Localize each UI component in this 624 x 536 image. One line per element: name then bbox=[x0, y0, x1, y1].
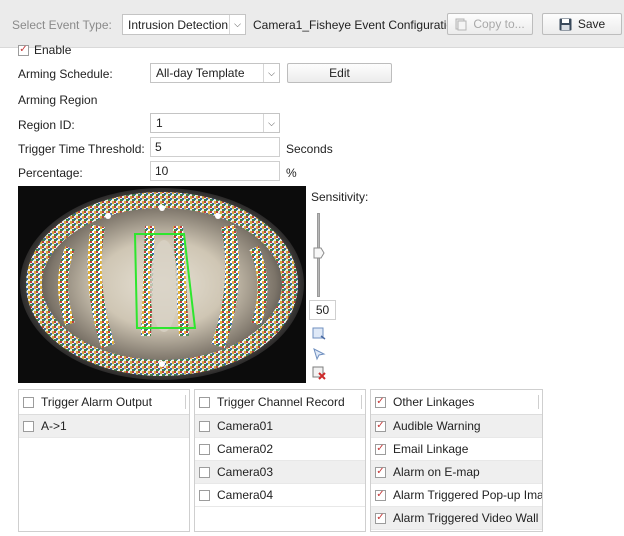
linkage-item[interactable]: ✓ Alarm on E-map bbox=[371, 461, 542, 484]
region-id-select[interactable]: 1 ⌵ bbox=[150, 113, 280, 133]
other-linkages-panel: ✓ Other Linkages ✓ Audible Warning ✓ Ema… bbox=[370, 389, 543, 532]
alarm-output-header-label: Trigger Alarm Output bbox=[41, 395, 152, 409]
column-divider bbox=[538, 395, 539, 409]
channel-checkbox[interactable] bbox=[199, 489, 210, 501]
alarm-output-panel: Trigger Alarm Output A->1 bbox=[18, 389, 190, 532]
arming-schedule-label: Arming Schedule: bbox=[18, 67, 113, 81]
event-type-label: Select Event Type: bbox=[12, 18, 112, 32]
sensitivity-value[interactable]: 50 bbox=[309, 300, 336, 320]
percentage-label: Percentage: bbox=[18, 166, 83, 180]
linkage-checkbox[interactable]: ✓ bbox=[375, 466, 386, 478]
linkage-checkbox[interactable]: ✓ bbox=[375, 512, 386, 524]
event-type-value: Intrusion Detection bbox=[128, 17, 229, 32]
trigger-time-unit: Seconds bbox=[286, 142, 333, 156]
sensitivity-label: Sensitivity: bbox=[311, 190, 369, 204]
alarm-output-label: A->1 bbox=[41, 419, 67, 433]
alarm-output-all-checkbox[interactable] bbox=[23, 396, 34, 408]
alarm-output-checkbox[interactable] bbox=[23, 420, 34, 432]
region-id-label: Region ID: bbox=[18, 118, 75, 132]
percentage-value: 10 bbox=[155, 164, 169, 178]
chevron-down-icon: ⌵ bbox=[263, 114, 279, 132]
channel-record-header[interactable]: Trigger Channel Record bbox=[195, 390, 365, 415]
trigger-time-input[interactable]: 5 bbox=[150, 137, 280, 157]
linkage-label: Audible Warning bbox=[393, 419, 481, 433]
arming-schedule-value: All-day Template bbox=[156, 66, 245, 80]
channel-label: Camera03 bbox=[217, 465, 274, 479]
sensitivity-value-text: 50 bbox=[315, 303, 330, 317]
channel-checkbox[interactable] bbox=[199, 443, 210, 455]
linkage-label: Email Linkage bbox=[393, 442, 469, 456]
other-linkages-all-checkbox[interactable]: ✓ bbox=[375, 396, 386, 408]
channel-record-panel: Trigger Channel Record Camera01 Camera02… bbox=[194, 389, 366, 532]
column-divider bbox=[361, 395, 362, 409]
clear-area-icon[interactable] bbox=[312, 366, 326, 380]
copy-icon bbox=[455, 18, 467, 30]
enable-toggle[interactable]: ✓ Enable bbox=[18, 43, 71, 57]
save-button[interactable]: Save bbox=[542, 13, 622, 35]
pointer-tool-icon[interactable] bbox=[312, 347, 326, 361]
edit-label: Edit bbox=[329, 66, 350, 80]
alarm-output-item[interactable]: A->1 bbox=[19, 415, 189, 438]
linkage-item[interactable]: ✓ Alarm Triggered Video Wall Di... bbox=[371, 507, 542, 530]
alarm-output-header[interactable]: Trigger Alarm Output bbox=[19, 390, 189, 415]
percentage-input[interactable]: 10 bbox=[150, 161, 280, 181]
edit-schedule-button[interactable]: Edit bbox=[287, 63, 392, 83]
trigger-time-value: 5 bbox=[155, 140, 162, 154]
channel-record-item[interactable]: Camera04 bbox=[195, 484, 365, 507]
channel-label: Camera02 bbox=[217, 442, 274, 456]
channel-checkbox[interactable] bbox=[199, 420, 210, 432]
enable-checkbox[interactable]: ✓ bbox=[18, 44, 29, 56]
chevron-down-icon: ⌵ bbox=[229, 15, 245, 34]
linkage-item[interactable]: ✓ Alarm Triggered Pop-up Image bbox=[371, 484, 542, 507]
fisheye-scene bbox=[18, 186, 306, 383]
linkage-label: Alarm Triggered Pop-up Image bbox=[393, 488, 542, 502]
trigger-time-label: Trigger Time Threshold: bbox=[18, 142, 145, 156]
config-title: Camera1_Fisheye Event Configuration bbox=[253, 18, 460, 32]
linkage-checkbox[interactable]: ✓ bbox=[375, 489, 386, 501]
arming-schedule-select[interactable]: All-day Template ⌵ bbox=[150, 63, 280, 83]
linkage-item[interactable]: ✓ Audible Warning bbox=[371, 415, 542, 438]
percentage-unit: % bbox=[286, 166, 297, 180]
linkage-label: Alarm on E-map bbox=[393, 465, 480, 479]
enable-label: Enable bbox=[34, 43, 72, 57]
save-label: Save bbox=[577, 17, 606, 31]
other-linkages-header-label: Other Linkages bbox=[393, 395, 475, 409]
channel-record-item[interactable]: Camera03 bbox=[195, 461, 365, 484]
channel-record-item[interactable]: Camera02 bbox=[195, 438, 365, 461]
channel-record-all-checkbox[interactable] bbox=[199, 396, 210, 408]
channel-label: Camera01 bbox=[217, 419, 274, 433]
copy-to-button[interactable]: Copy to... bbox=[447, 13, 533, 35]
channel-checkbox[interactable] bbox=[199, 466, 210, 478]
linkage-item[interactable]: ✓ Email Linkage bbox=[371, 438, 542, 461]
linkage-label: Alarm Triggered Video Wall Di... bbox=[393, 511, 542, 525]
sensitivity-slider-thumb[interactable] bbox=[313, 247, 325, 259]
arming-region-label: Arming Region bbox=[18, 93, 98, 107]
fisheye-video-preview[interactable] bbox=[18, 186, 306, 383]
column-divider bbox=[185, 395, 186, 409]
channel-record-item[interactable]: Camera01 bbox=[195, 415, 365, 438]
linkage-checkbox[interactable]: ✓ bbox=[375, 443, 386, 455]
copy-to-label: Copy to... bbox=[473, 17, 525, 31]
channel-label: Camera04 bbox=[217, 488, 274, 502]
region-id-value: 1 bbox=[156, 116, 163, 130]
linkage-checkbox[interactable]: ✓ bbox=[375, 420, 386, 432]
channel-record-header-label: Trigger Channel Record bbox=[217, 395, 345, 409]
other-linkages-header[interactable]: ✓ Other Linkages bbox=[371, 390, 542, 415]
draw-area-icon[interactable] bbox=[312, 326, 326, 340]
save-icon bbox=[559, 18, 572, 30]
event-type-select[interactable]: Intrusion Detection ⌵ bbox=[122, 14, 246, 35]
chevron-down-icon: ⌵ bbox=[263, 64, 279, 82]
